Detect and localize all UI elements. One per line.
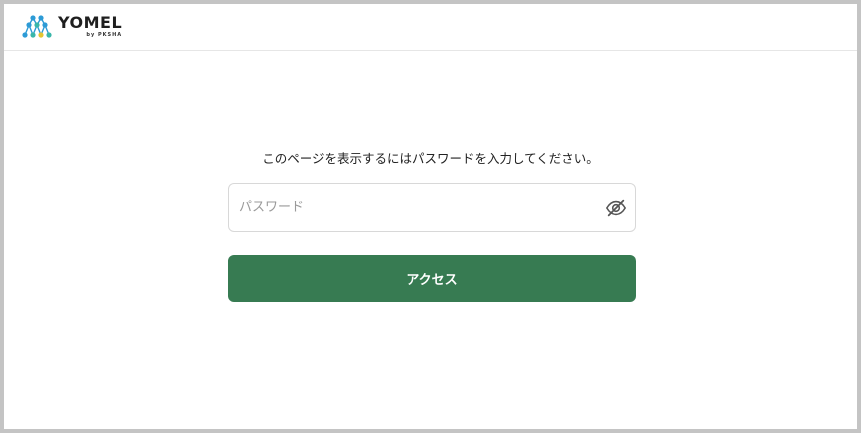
brand-name: YOMEL [58, 12, 123, 32]
main-content: このページを表示するにはパスワードを入力してください。 アクセス [4, 52, 857, 429]
logo-text: YOMEL by PKSHA [58, 12, 123, 38]
yomel-logo-icon [22, 15, 52, 38]
header: YOMEL by PKSHA [4, 4, 857, 51]
password-prompt-message: このページを表示するにはパスワードを入力してください。 [262, 151, 599, 166]
eye-off-icon[interactable] [605, 197, 627, 219]
access-button[interactable]: アクセス [228, 255, 636, 302]
brand-byline: by PKSHA [86, 31, 123, 38]
logo: YOMEL by PKSHA [20, 13, 122, 39]
password-input[interactable] [229, 184, 599, 231]
password-field[interactable] [228, 183, 636, 232]
browser-frame: YOMEL by PKSHA このページを表示するにはパスワードを入力してくださ… [4, 4, 857, 429]
